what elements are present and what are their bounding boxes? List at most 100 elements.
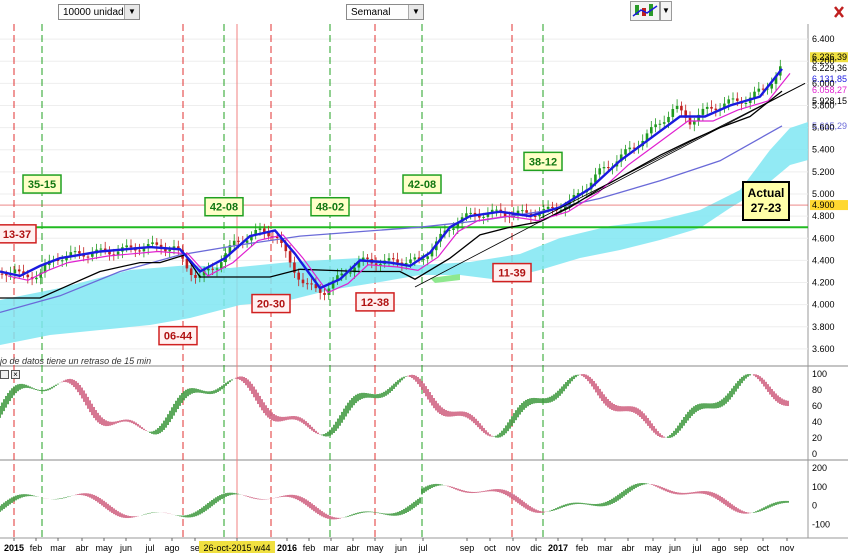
candle-body bbox=[396, 259, 399, 263]
x-tick-label: jul bbox=[691, 543, 701, 553]
candle-body bbox=[26, 274, 30, 278]
candle-body bbox=[680, 105, 683, 111]
x-tick-label: jun bbox=[119, 543, 132, 553]
x-tick-label: 2017 bbox=[548, 543, 568, 553]
candle-body bbox=[35, 277, 38, 280]
candle-body bbox=[189, 268, 193, 276]
y-tick-label: 4.800 bbox=[812, 211, 835, 221]
chevron-down-icon[interactable]: ▼ bbox=[408, 5, 423, 19]
y-tick-label: 4.000 bbox=[812, 300, 835, 310]
y-tick-label: 4.600 bbox=[812, 233, 835, 243]
units-select[interactable]: 10000 unidades ▼ bbox=[58, 4, 140, 20]
x-tick-label: may bbox=[95, 543, 113, 553]
x-tick-label: mar bbox=[50, 543, 66, 553]
candle-body bbox=[705, 106, 709, 109]
osc1-tick-label: 60 bbox=[812, 401, 822, 411]
candle-body bbox=[0, 273, 4, 275]
candle-body bbox=[155, 242, 159, 245]
candle-body bbox=[211, 268, 214, 270]
candle-body bbox=[757, 88, 761, 92]
candle-body bbox=[392, 258, 395, 260]
candle-body bbox=[658, 123, 662, 125]
candle-body bbox=[215, 268, 219, 270]
y-tick-label: 4.400 bbox=[812, 255, 835, 265]
y-tick-label: 3.600 bbox=[812, 344, 835, 354]
candle-body bbox=[710, 106, 713, 109]
chart-area: 35-15 42-08 48-02 42-08 38-12 13-37 06-44 20-30… bbox=[0, 24, 848, 554]
candle-body bbox=[151, 242, 154, 245]
x-tick-label: dic bbox=[530, 543, 542, 553]
candle-body bbox=[138, 250, 141, 252]
candle-body bbox=[662, 122, 666, 124]
x-tick-label: nov bbox=[780, 543, 795, 553]
candle-body bbox=[628, 147, 632, 150]
x-tick-label: mar bbox=[597, 543, 613, 553]
osc1-tick-label: 20 bbox=[812, 433, 822, 443]
sell-signal-label: 06-44 bbox=[164, 331, 193, 343]
candle-body bbox=[452, 228, 455, 230]
candle-body bbox=[17, 269, 21, 272]
candle-body bbox=[667, 116, 670, 123]
candle-body bbox=[125, 245, 128, 248]
candle-body bbox=[521, 210, 524, 212]
close-icon[interactable]: × bbox=[11, 370, 20, 379]
x-tick-label: oct bbox=[484, 543, 497, 553]
chart-tools-dropdown[interactable]: ▼ bbox=[660, 1, 672, 21]
x-tick-label: mar bbox=[323, 543, 339, 553]
period-select[interactable]: Semanal ▼ bbox=[346, 4, 424, 20]
candle-body bbox=[413, 257, 417, 260]
x-tick-label: ago bbox=[711, 543, 726, 553]
candle-body bbox=[220, 262, 223, 269]
candle-body bbox=[533, 215, 537, 217]
candle-body bbox=[602, 167, 606, 169]
minimize-icon[interactable] bbox=[0, 370, 9, 379]
osc2-tick-label: 100 bbox=[812, 482, 827, 492]
y-tick-label: 4.200 bbox=[812, 278, 835, 288]
x-tick-label: feb bbox=[30, 543, 43, 553]
candle-body bbox=[525, 210, 528, 213]
x-tick-label: abr bbox=[75, 543, 88, 553]
x-tick-label: may bbox=[366, 543, 384, 553]
osc1-tick-label: 40 bbox=[812, 417, 822, 427]
x-tick-label: 2015 bbox=[4, 543, 24, 553]
candle-body bbox=[116, 251, 120, 255]
sell-signal-label: 11-39 bbox=[498, 268, 526, 280]
osc2-tick-label: 200 bbox=[812, 463, 827, 473]
candle-body bbox=[13, 269, 17, 274]
candle-body bbox=[701, 108, 705, 115]
candle-body bbox=[736, 98, 739, 101]
candle-body bbox=[693, 121, 696, 125]
x-tick-label: jul bbox=[417, 543, 427, 553]
candle-body bbox=[731, 98, 735, 100]
candle-body bbox=[297, 272, 300, 280]
x-tick-label: jun bbox=[394, 543, 407, 553]
candle-body bbox=[349, 272, 352, 274]
x-tick-label: nov bbox=[506, 543, 521, 553]
y-tick-label: 5.800 bbox=[812, 100, 835, 110]
y-tick-label: 5.200 bbox=[812, 167, 835, 177]
chart-tools-button[interactable] bbox=[630, 1, 660, 21]
toolbar: 10000 unidades ▼ Semanal ▼ ▼ bbox=[0, 0, 848, 24]
candle-body bbox=[306, 283, 309, 285]
candle-body bbox=[258, 228, 262, 230]
data-delay-notice: jo de datos tiene un retraso de 15 min bbox=[0, 356, 152, 366]
candle-body bbox=[546, 206, 550, 209]
candle-body bbox=[761, 88, 765, 90]
candle-body bbox=[598, 168, 601, 175]
price-label: 4.900 bbox=[812, 200, 835, 210]
x-tick-label: feb bbox=[303, 543, 316, 553]
candle-body bbox=[340, 273, 343, 276]
candle-body bbox=[60, 260, 64, 262]
y-tick-label: 5.600 bbox=[812, 123, 835, 133]
actual-label-title: Actual bbox=[747, 186, 785, 200]
candle-body bbox=[624, 149, 627, 155]
x-tick-label: se bbox=[190, 543, 200, 553]
x-tick-label: ago bbox=[164, 543, 179, 553]
close-icon[interactable] bbox=[832, 4, 846, 20]
candle-body bbox=[310, 283, 313, 285]
candle-body bbox=[237, 240, 240, 242]
chevron-down-icon[interactable]: ▼ bbox=[124, 5, 139, 19]
candle-body bbox=[99, 248, 103, 250]
y-tick-label: 6.400 bbox=[812, 34, 835, 44]
candle-body bbox=[73, 251, 77, 253]
